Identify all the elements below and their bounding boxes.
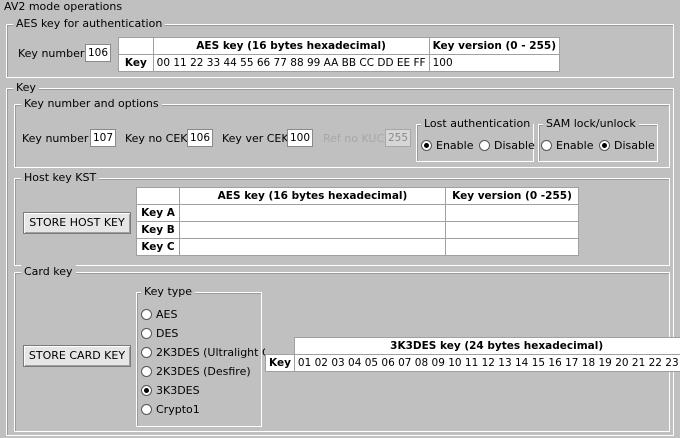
radio-selected-icon <box>421 140 432 151</box>
key-type-3k3des-label: 3K3DES <box>156 384 200 397</box>
auth-key-group-title: AES key for authentication <box>13 17 166 30</box>
card-key-group-title: Card key <box>21 265 76 278</box>
key-type-title: Key type <box>141 285 196 298</box>
auth-key-version-cell[interactable]: 100 <box>428 54 561 72</box>
key-no-cek-label: Key no CEK <box>125 132 188 145</box>
key-group-title: Key <box>13 81 39 94</box>
host-key-version-cell[interactable] <box>445 221 579 239</box>
radio-unselected-icon <box>141 328 152 339</box>
host-key-version-cell[interactable] <box>445 204 579 222</box>
host-key-version-cell[interactable] <box>445 238 579 256</box>
key-type-aes-label: AES <box>156 308 178 321</box>
sam-lock-enable-label: Enable <box>556 139 594 152</box>
lost-auth-title: Lost authentication <box>421 117 534 130</box>
key-type-2k3des-desfire-label: 2K3DES (Desfire) <box>156 365 251 378</box>
auth-key-number-input[interactable]: 106 <box>85 44 111 62</box>
card-key-table: 3K3DES key (24 bytes hexadecimal) Key 01… <box>265 337 680 372</box>
store-host-key-button[interactable]: STORE HOST KEY <box>23 212 131 234</box>
host-key-aes-cell[interactable] <box>179 204 446 222</box>
host-key-aes-cell[interactable] <box>179 221 446 239</box>
lost-auth-disable-radio[interactable]: Disable <box>479 139 535 152</box>
radio-unselected-icon <box>141 347 152 358</box>
auth-key-aes-cell[interactable]: 00 11 22 33 44 55 66 77 88 99 AA BB CC D… <box>152 54 430 72</box>
auth-key-version-header: Key version (0 - 255) <box>428 37 561 55</box>
key-ver-cek-input[interactable]: 100 <box>287 129 313 147</box>
radio-unselected-icon <box>541 140 552 151</box>
ref-no-kuc-label: Ref no KUC <box>323 132 385 145</box>
key-number-input[interactable]: 107 <box>90 129 116 147</box>
radio-selected-icon <box>599 140 610 151</box>
host-key-group-title: Host key KST <box>21 171 100 184</box>
auth-key-aes-header: AES key (16 bytes hexadecimal) <box>152 37 430 55</box>
lost-auth-disable-label: Disable <box>494 139 535 152</box>
key-type-crypto1-radio[interactable]: Crypto1 <box>141 403 200 416</box>
host-key-table-corner <box>136 187 180 205</box>
radio-unselected-icon <box>479 140 490 151</box>
host-key-version-header: Key version (0 -255) <box>445 187 579 205</box>
auth-key-row-label: Key <box>118 54 154 72</box>
host-key-aes-cell[interactable] <box>179 238 446 256</box>
key-type-2k3des-ultralight-radio[interactable]: 2K3DES (Ultralight C) <box>141 346 274 359</box>
sam-lock-enable-radio[interactable]: Enable <box>541 139 593 152</box>
radio-unselected-icon <box>141 404 152 415</box>
lost-auth-enable-label: Enable <box>436 139 474 152</box>
key-ver-cek-label: Key ver CEK <box>222 132 289 145</box>
key-type-aes-radio[interactable]: AES <box>141 308 177 321</box>
card-key-value-cell[interactable]: 01 02 03 04 05 06 07 08 09 10 11 12 13 1… <box>293 354 680 372</box>
host-key-aes-header: AES key (16 bytes hexadecimal) <box>179 187 446 205</box>
auth-key-table: AES key (16 bytes hexadecimal) Key versi… <box>118 37 561 72</box>
host-key-row-label: Key C <box>136 238 180 256</box>
key-type-3k3des-radio[interactable]: 3K3DES <box>141 384 200 397</box>
card-key-table-corner <box>265 337 295 355</box>
key-type-2k3des-desfire-radio[interactable]: 2K3DES (Desfire) <box>141 365 251 378</box>
auth-key-number-label: Key number <box>18 47 85 60</box>
sam-lock-disable-label: Disable <box>614 139 655 152</box>
sam-lock-title: SAM lock/unlock <box>543 117 639 130</box>
radio-selected-icon <box>141 385 152 396</box>
sam-lock-disable-radio[interactable]: Disable <box>599 139 655 152</box>
key-type-crypto1-label: Crypto1 <box>156 403 200 416</box>
store-card-key-button[interactable]: STORE CARD KEY <box>23 345 131 367</box>
lost-auth-enable-radio[interactable]: Enable <box>421 139 473 152</box>
radio-unselected-icon <box>141 309 152 320</box>
page-title: AV2 mode operations <box>4 0 123 13</box>
card-key-row-label: Key <box>265 354 295 372</box>
key-type-des-label: DES <box>156 327 179 340</box>
key-type-des-radio[interactable]: DES <box>141 327 178 340</box>
key-type-2k3des-ultralight-label: 2K3DES (Ultralight C) <box>156 346 274 359</box>
key-number-label: Key number <box>22 132 89 145</box>
ref-no-kuc-input: 255 <box>385 129 411 147</box>
key-no-cek-input[interactable]: 106 <box>187 129 213 147</box>
host-key-row-label: Key A <box>136 204 180 222</box>
auth-key-table-corner <box>118 37 154 55</box>
key-options-group-title: Key number and options <box>21 97 162 110</box>
radio-unselected-icon <box>141 366 152 377</box>
card-key-header: 3K3DES key (24 bytes hexadecimal) <box>293 337 680 355</box>
host-key-table: AES key (16 bytes hexadecimal) Key versi… <box>136 187 579 256</box>
host-key-row-label: Key B <box>136 221 180 239</box>
